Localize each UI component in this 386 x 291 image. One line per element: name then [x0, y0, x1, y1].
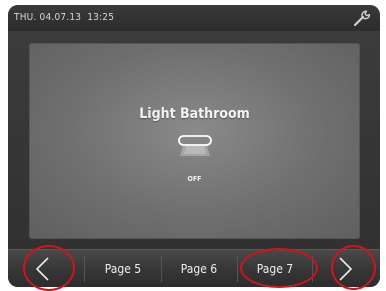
device-title: Light Bathroom [139, 106, 250, 122]
chevron-left-icon [36, 257, 49, 281]
nav-divider [312, 256, 313, 282]
date-label: THU. 04.07.13 [14, 12, 82, 23]
lamp-icon [178, 135, 212, 156]
time-label: 13:25 [87, 12, 115, 23]
nav-divider [84, 256, 85, 282]
nav-divider [161, 256, 162, 282]
date-time: THU. 04.07.13 13:25 [14, 12, 114, 23]
nav-divider [237, 256, 238, 282]
chevron-right-icon [339, 257, 352, 281]
page-navigation-bar: Page 5 Page 6 Page 7 [8, 249, 380, 287]
next-page-button[interactable] [314, 250, 376, 287]
light-control-tile[interactable]: Light Bathroom OFF [29, 43, 360, 239]
page-7-button[interactable]: Page 7 [242, 250, 308, 287]
status-bar: THU. 04.07.13 13:25 [8, 5, 380, 31]
touch-panel-screen: THU. 04.07.13 13:25 Light Bathroom OFF Pa… [8, 5, 380, 287]
page-5-button[interactable]: Page 5 [90, 250, 156, 287]
page-6-button[interactable]: Page 6 [166, 250, 232, 287]
previous-page-button[interactable] [12, 250, 74, 287]
state-label: OFF [187, 175, 202, 183]
wrench-icon[interactable] [352, 9, 372, 27]
